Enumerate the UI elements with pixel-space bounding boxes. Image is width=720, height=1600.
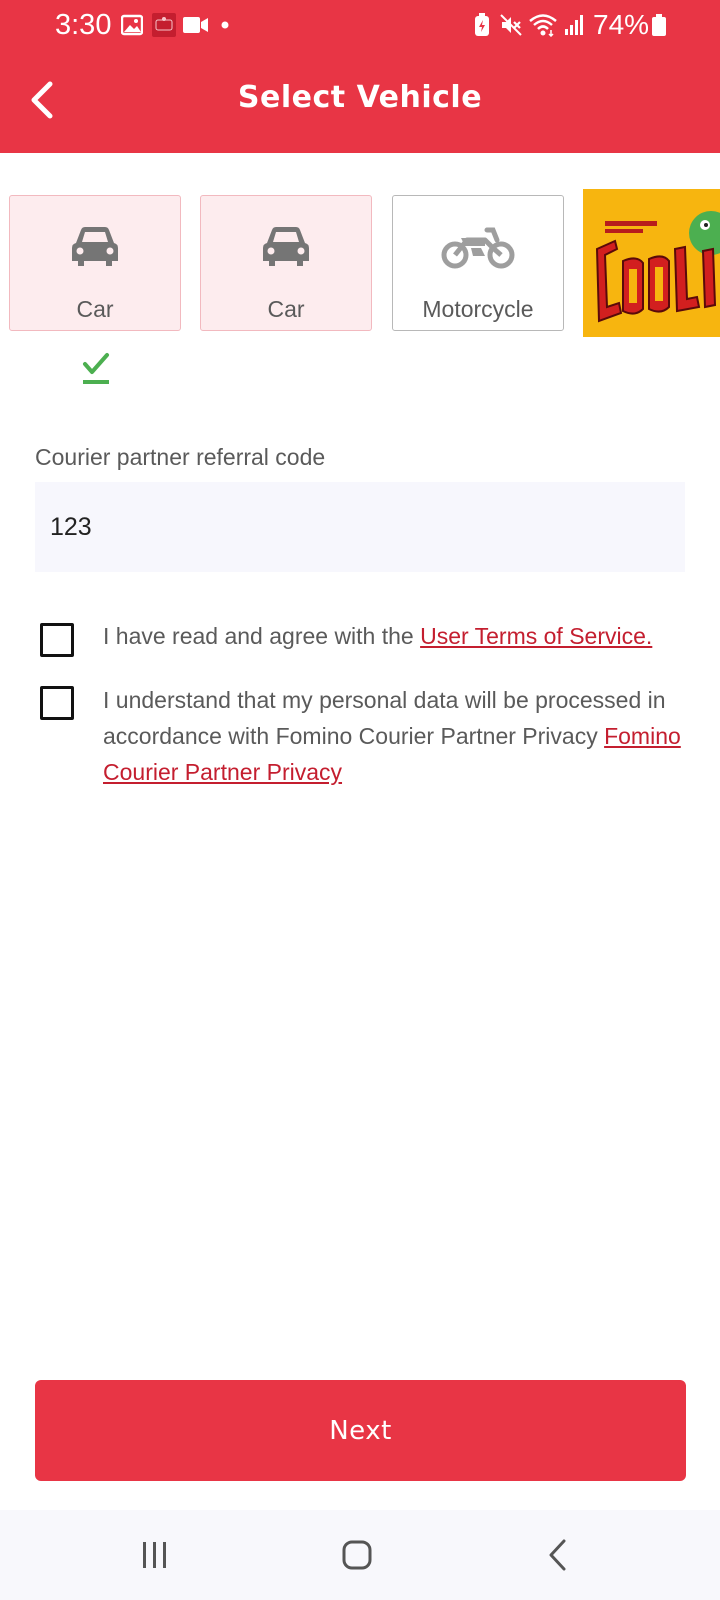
user-terms-link[interactable]: User Terms of Service. [420, 623, 652, 649]
back-arrow-icon [549, 1539, 566, 1571]
select-vehicle-screen: 3:30 74% Select Vehicle Car Car Motorcyc… [0, 0, 720, 1600]
battery-saver-icon [472, 12, 492, 38]
battery-percent: 74% [593, 9, 650, 40]
signal-icon [563, 12, 585, 38]
video-icon [182, 12, 210, 38]
system-nav-bar [0, 1510, 720, 1600]
promo-banner-coolio[interactable] [583, 189, 720, 337]
vehicle-label: Motorcycle [422, 296, 534, 322]
status-time: 3:30 [55, 9, 112, 41]
terms-agreement-text: I have read and agree with the User Term… [103, 618, 693, 654]
vehicle-card-car-2[interactable]: Car [200, 195, 372, 331]
gallery-icon [120, 12, 144, 38]
mute-icon [498, 12, 524, 38]
recent-apps-button[interactable] [125, 1532, 185, 1578]
wifi-icon [528, 12, 558, 38]
page-title: Select Vehicle [237, 80, 483, 115]
app-header: 3:30 74% Select Vehicle [0, 0, 720, 153]
next-button[interactable]: Next [35, 1380, 686, 1481]
vehicle-label: Car [76, 296, 114, 322]
vehicle-list: Car Car Motorcycle [0, 188, 720, 338]
privacy-agreement-text: I understand that my personal data will … [103, 682, 693, 790]
coolio-logo-image [583, 189, 720, 337]
terms-checkbox[interactable] [40, 623, 74, 657]
app-notification-icon [151, 12, 177, 38]
vehicle-card-car-1[interactable]: Car [9, 195, 181, 331]
selected-check-icon [80, 352, 112, 386]
privacy-checkbox[interactable] [40, 686, 74, 720]
vehicle-card-motorcycle[interactable]: Motorcycle [392, 195, 564, 331]
motorcycle-icon [393, 222, 563, 272]
terms-agreement-label: I have read and agree with the [103, 623, 421, 649]
home-icon [342, 1540, 372, 1570]
privacy-agreement-label: I understand that my personal data will … [103, 687, 666, 749]
home-button[interactable] [327, 1532, 387, 1578]
car-icon [10, 222, 180, 272]
vehicle-label: Car [267, 296, 305, 322]
status-bar: 3:30 74% [0, 0, 720, 54]
dot-icon [220, 12, 230, 38]
system-back-button[interactable] [528, 1532, 588, 1578]
car-icon [201, 222, 371, 272]
battery-icon [651, 12, 667, 38]
referral-code-input[interactable] [35, 482, 685, 572]
referral-code-label: Courier partner referral code [35, 444, 326, 470]
recent-apps-icon [143, 1542, 166, 1568]
